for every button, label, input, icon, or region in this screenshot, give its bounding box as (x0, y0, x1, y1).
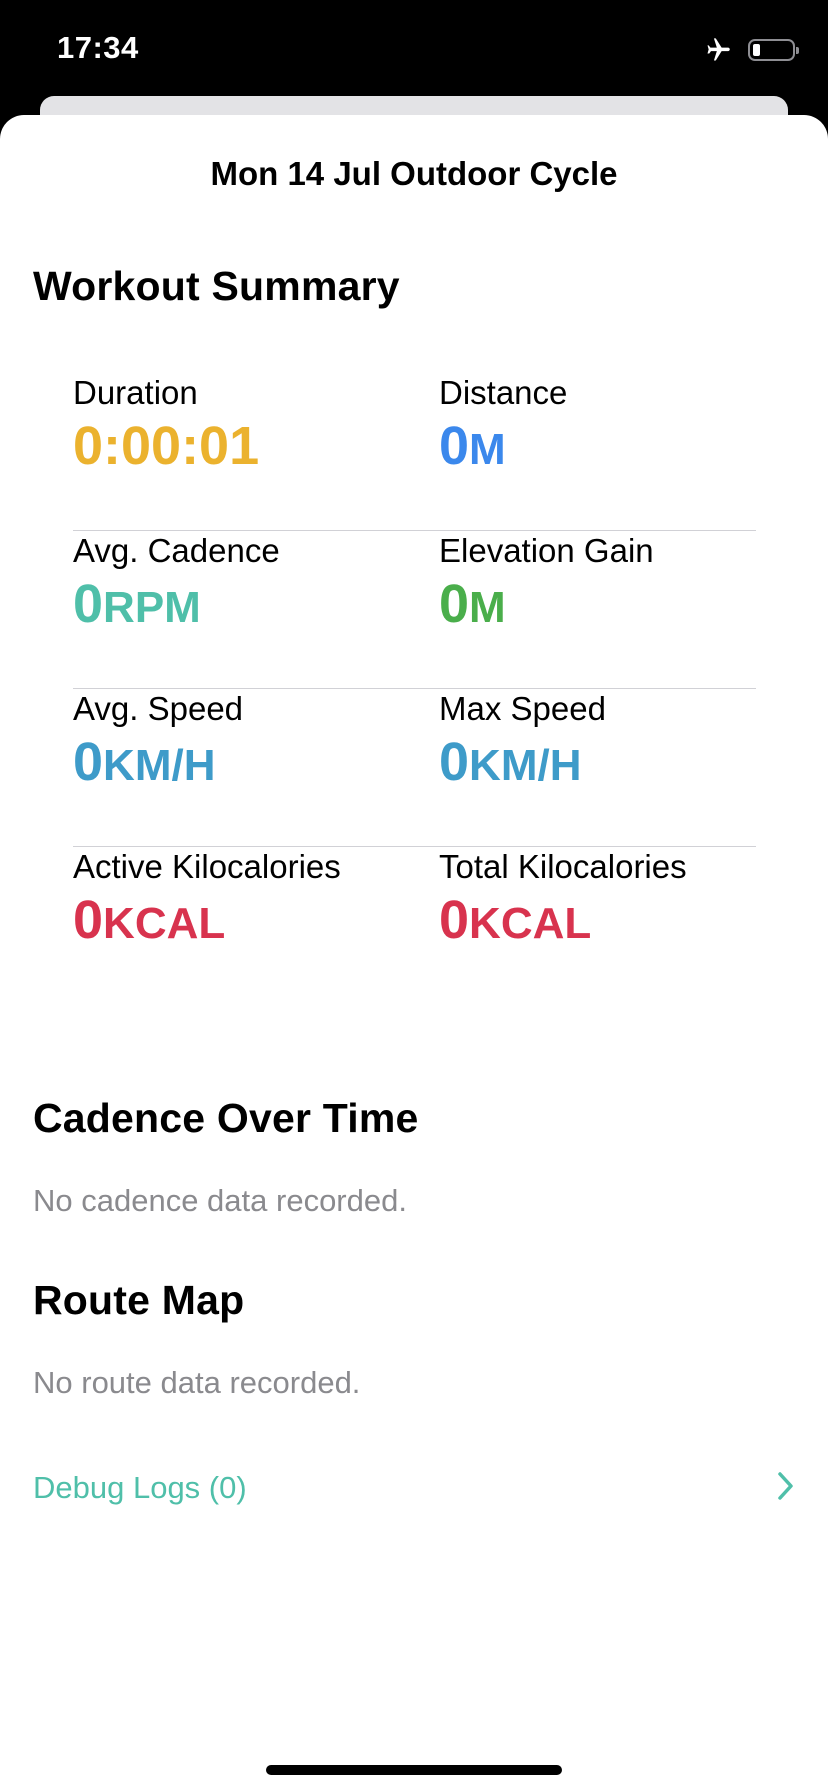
metric-label: Avg. Cadence (73, 532, 280, 569)
metric-unit: KM/H (469, 741, 582, 790)
metric-number: 0 (439, 416, 470, 476)
metric-unit: KCAL (103, 899, 226, 948)
chevron-right-icon (777, 1471, 795, 1506)
metric-row: Avg. Speed 0KM/H Max Speed 0KM/H (73, 689, 756, 847)
metric-label: Active Kilocalories (73, 848, 341, 885)
metric-number: 0 (73, 890, 104, 950)
metric-avg-speed: Avg. Speed 0KM/H (73, 689, 243, 799)
metric-label: Avg. Speed (73, 690, 244, 727)
metric-number: 0 (439, 890, 470, 950)
status-bar: 17:34 (0, 0, 828, 100)
metric-number: 0:00:01 (73, 416, 260, 476)
metric-label: Max Speed (439, 690, 606, 727)
metric-elevation-gain: Elevation Gain 0M (439, 531, 654, 641)
metric-unit: M (469, 425, 506, 474)
metric-label: Distance (439, 374, 568, 411)
metric-value: 0KCAL (73, 887, 341, 957)
airplane-icon (702, 36, 734, 64)
metric-value: 0KCAL (439, 887, 687, 957)
metric-row: Avg. Cadence 0RPM Elevation Gain 0M (73, 531, 756, 689)
metric-number: 0 (73, 574, 104, 634)
cadence-heading: Cadence Over Time (33, 1095, 419, 1141)
metric-value: 0M (439, 571, 654, 641)
route-empty-text: No route data recorded. (33, 1365, 361, 1400)
metric-unit: KM/H (103, 741, 216, 790)
metric-row: Duration 0:00:01 Distance 0M (73, 373, 756, 531)
metrics-grid: Duration 0:00:01 Distance 0M Avg. Cadenc… (73, 373, 756, 1005)
workout-summary-heading: Workout Summary (33, 263, 400, 309)
metric-number: 0 (439, 574, 470, 634)
route-map-heading: Route Map (33, 1277, 245, 1323)
metric-unit: RPM (103, 583, 201, 632)
metric-value: 0KM/H (439, 729, 606, 799)
metric-distance: Distance 0M (439, 373, 567, 483)
metric-label: Elevation Gain (439, 532, 654, 569)
metric-number: 0 (73, 732, 104, 792)
metric-label: Duration (73, 374, 198, 411)
debug-logs-label: Debug Logs (0) (33, 1470, 247, 1505)
metric-unit: M (469, 583, 506, 632)
home-indicator[interactable] (266, 1765, 562, 1775)
status-icons (702, 33, 799, 67)
workout-detail-sheet: Mon 14 Jul Outdoor Cycle Workout Summary… (0, 115, 828, 1792)
metric-total-kilocalories: Total Kilocalories 0KCAL (439, 847, 687, 957)
metric-value: 0KM/H (73, 729, 243, 799)
status-time: 17:34 (57, 30, 139, 65)
metric-value: 0:00:01 (73, 413, 259, 483)
metric-duration: Duration 0:00:01 (73, 373, 259, 483)
metric-max-speed: Max Speed 0KM/H (439, 689, 606, 799)
metric-label: Total Kilocalories (439, 848, 687, 885)
metric-number: 0 (439, 732, 470, 792)
battery-fill (753, 44, 760, 56)
battery-icon (748, 39, 799, 61)
debug-logs-link[interactable]: Debug Logs (0) (33, 1463, 795, 1513)
metric-value: 0M (439, 413, 567, 483)
metric-unit: KCAL (469, 899, 592, 948)
cadence-empty-text: No cadence data recorded. (33, 1183, 407, 1218)
metric-value: 0RPM (73, 571, 280, 641)
sheet-title: Mon 14 Jul Outdoor Cycle (210, 155, 618, 192)
metric-avg-cadence: Avg. Cadence 0RPM (73, 531, 280, 641)
metric-row: Active Kilocalories 0KCAL Total Kilocalo… (73, 847, 756, 1005)
metric-active-kilocalories: Active Kilocalories 0KCAL (73, 847, 341, 957)
